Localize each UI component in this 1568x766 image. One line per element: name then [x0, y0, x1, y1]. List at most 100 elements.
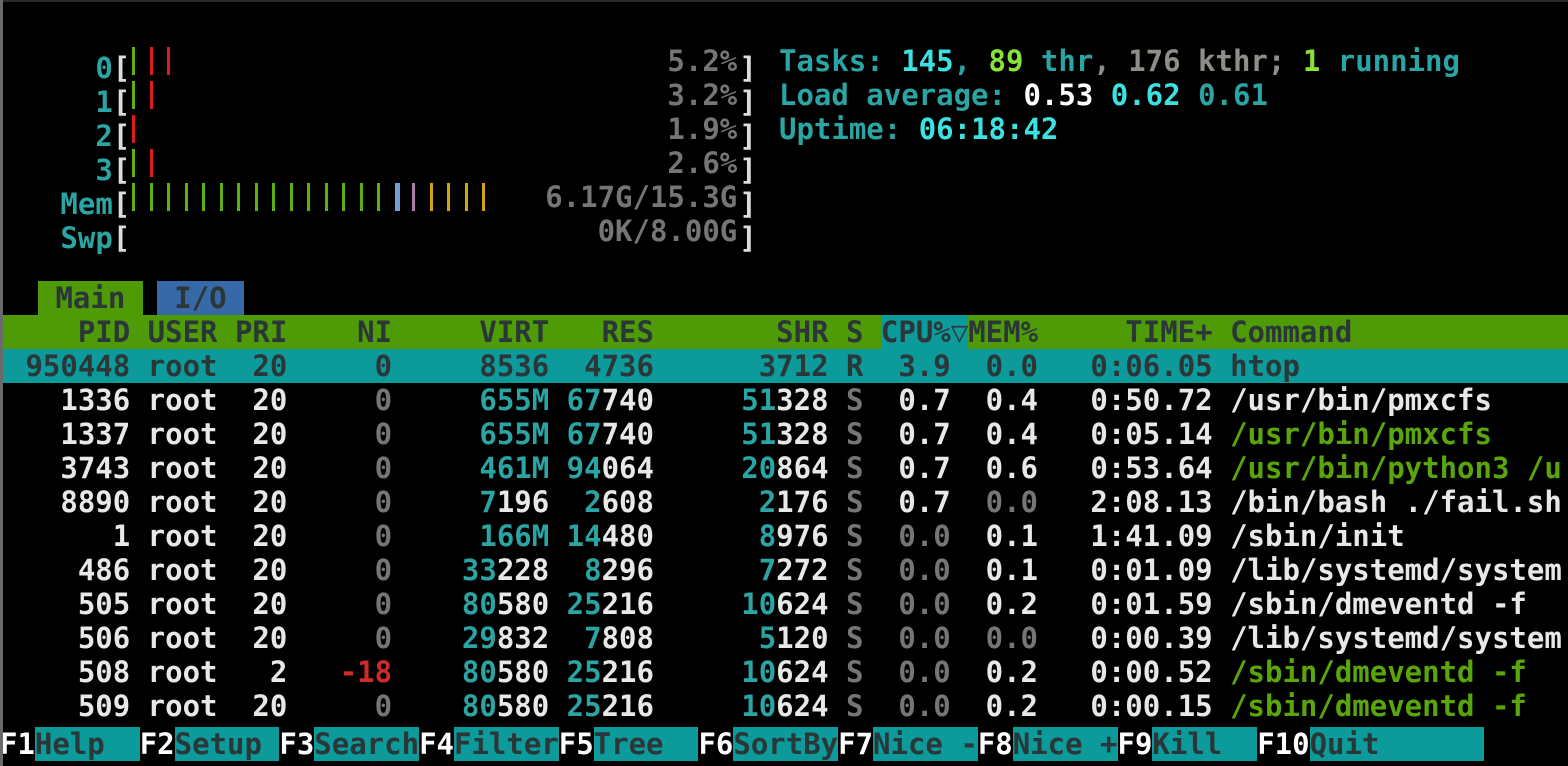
cell-time: 0:01.59 — [1055, 587, 1212, 621]
meter-ticks — [132, 81, 167, 109]
cell-mem: 0.1 — [968, 553, 1038, 587]
cell-ni: 0 — [305, 485, 392, 519]
column-header-shr[interactable]: SHR — [654, 315, 829, 349]
cell-cmd: /usr/bin/pmxcfs — [1230, 417, 1568, 451]
column-header-ni[interactable]: NI — [305, 315, 392, 349]
column-header-pid[interactable]: PID — [8, 315, 130, 349]
cell-virt: 655M — [392, 383, 549, 417]
mem-value-thousands: 2 — [759, 485, 776, 519]
column-gap — [863, 519, 880, 553]
column-header-time[interactable]: TIME+ — [1055, 315, 1212, 349]
column-gap — [1038, 315, 1055, 349]
cell-s: S — [846, 621, 863, 655]
cell-shr: 5120 — [654, 621, 829, 655]
process-row[interactable]: 8890root200719626082176S0.7 0.02:08.13/b… — [0, 485, 1568, 519]
meter-tick — [290, 183, 293, 211]
tab-io[interactable]: I/O — [157, 281, 244, 315]
fnkey-item-f4[interactable]: F4Filter — [419, 727, 559, 761]
meter-label: Mem — [8, 187, 113, 221]
fnkey-label: Filter — [454, 727, 559, 761]
fnkey-number: F8 — [978, 727, 1013, 761]
fnkey-number: F5 — [559, 727, 594, 761]
cell-s: S — [846, 383, 863, 417]
process-row[interactable]: 1337root200655M6774051328S0.7 0.40:05.14… — [0, 417, 1568, 451]
process-row[interactable]: 1336root200655M6774051328S0.7 0.40:50.72… — [0, 383, 1568, 417]
column-gap — [287, 587, 304, 621]
cell-pri: 20 — [235, 587, 287, 621]
fnkey-item-f1[interactable]: F1Help — [0, 727, 140, 761]
cell-res: 67740 — [549, 417, 654, 451]
meter-ticks — [132, 47, 185, 75]
column-gap — [1213, 587, 1230, 621]
column-gap — [863, 485, 880, 519]
meter-bar: 1.9% — [130, 112, 739, 146]
column-gap — [1038, 383, 1055, 417]
fnkey-item-f10[interactable]: F10Quit — [1257, 727, 1484, 761]
fnkey-item-f6[interactable]: F6SortBy — [698, 727, 838, 761]
fnkey-item-f7[interactable]: F7Nice - — [838, 727, 978, 761]
cell-shr: 3712 — [654, 349, 829, 383]
cell-arrow — [951, 689, 968, 723]
process-row[interactable]: 1root200166M144808976S0.0 0.11:41.09/sbi… — [0, 519, 1568, 553]
cell-user: root — [148, 485, 235, 519]
column-header-pri[interactable]: PRI — [235, 315, 287, 349]
fnkey-number: F10 — [1257, 727, 1309, 761]
mem-value-rest: 624 — [776, 689, 828, 723]
tab-main[interactable]: Main — [38, 281, 143, 315]
process-table: PID USERPRI NIVIRTRESSHR S CPU%▽MEM% TIME+ Com… — [0, 315, 1568, 723]
process-row[interactable]: 509root200805802521610624S0.0 0.20:00.15… — [0, 689, 1568, 723]
cell-shr: 20864 — [654, 451, 829, 485]
cell-cpu: 3.9 — [881, 349, 951, 383]
process-row[interactable]: 950448root200853647363712R3.9 0.00:06.05… — [0, 349, 1568, 383]
meter-value: 3.2% — [667, 78, 737, 112]
column-gap — [863, 315, 880, 349]
column-header-res[interactable]: RES — [549, 315, 654, 349]
meter-tick — [272, 183, 275, 211]
cell-mem: 0.0 — [968, 621, 1038, 655]
process-row[interactable]: 508root2-18805802521610624S0.0 0.20:00.5… — [0, 655, 1568, 689]
cell-cmd: /lib/systemd/system — [1230, 553, 1568, 587]
mem-value-thousands: 14 — [567, 519, 602, 553]
mem-value-thousands: 80 — [462, 689, 497, 723]
cell-cmd: /sbin/dmeventd -f — [1230, 655, 1568, 689]
meter-tick — [167, 183, 170, 211]
column-header-user[interactable]: USER — [148, 315, 235, 349]
column-gap — [863, 621, 880, 655]
fnkey-item-f9[interactable]: F9Kill — [1118, 727, 1258, 761]
fnkey-item-f3[interactable]: F3Search — [279, 727, 419, 761]
column-gap — [1038, 485, 1055, 519]
process-row[interactable]: 486root2003322882967272S0.0 0.10:01.09/l… — [0, 553, 1568, 587]
cell-s: S — [846, 451, 863, 485]
cell-pid: 509 — [8, 689, 130, 723]
fnkey-label: SortBy — [733, 727, 838, 761]
mem-value-rest: 608 — [602, 485, 654, 519]
cell-pid: 1 — [8, 519, 130, 553]
fnkey-item-f2[interactable]: F2Setup — [140, 727, 280, 761]
process-row[interactable]: 505root200805802521610624S0.0 0.20:01.59… — [0, 587, 1568, 621]
column-header-cmd[interactable]: Command — [1230, 315, 1568, 349]
column-header-virt[interactable]: VIRT — [392, 315, 549, 349]
mem-value-rest: 624 — [776, 587, 828, 621]
mem-value-rest: 216 — [602, 587, 654, 621]
column-gap — [1038, 451, 1055, 485]
process-row[interactable]: 3743root200461M9406420864S0.7 0.60:53.64… — [0, 451, 1568, 485]
process-row[interactable]: 506root2002983278085120S0.0 0.00:00.39/l… — [0, 621, 1568, 655]
cell-user: root — [148, 451, 235, 485]
column-header-arrow: ▽ — [951, 315, 968, 349]
column-header-s[interactable]: S — [846, 315, 863, 349]
meter-bar: 6.17G/15.3G — [130, 180, 739, 214]
fnkey-item-f8[interactable]: F8Nice + — [978, 727, 1118, 761]
fnkey-item-f5[interactable]: F5Tree — [559, 727, 699, 761]
column-header-mem[interactable]: MEM% — [968, 315, 1038, 349]
column-header-cpu[interactable]: CPU% — [881, 315, 951, 349]
uptime-summary: Uptime: 06:18:42 — [779, 112, 1058, 146]
cell-user: root — [148, 689, 235, 723]
cell-mem: 0.4 — [968, 417, 1038, 451]
cell-pid: 1337 — [8, 417, 130, 451]
meter-tick — [132, 115, 135, 143]
meter-bar: 3.2% — [130, 78, 739, 112]
cell-pid: 1336 — [8, 383, 130, 417]
mem-value-thousands: 10 — [741, 587, 776, 621]
cell-cpu: 0.7 — [881, 451, 951, 485]
mem-value-rest: 808 — [602, 621, 654, 655]
